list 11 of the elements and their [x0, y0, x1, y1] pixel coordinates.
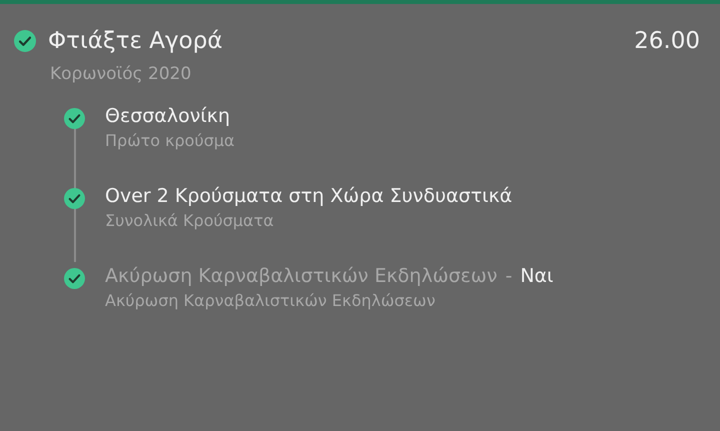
leg-title: Θεσσαλονίκη: [105, 104, 231, 128]
selection: Ναι: [520, 264, 554, 288]
leg-market: Πρώτο κρούσμα: [105, 130, 235, 152]
bet-title: Φτιάξτε Αγορά: [48, 27, 222, 56]
market-title: Ακύρωση Καρναβαλιστικών Εκδηλώσεων: [105, 264, 498, 288]
leg-title: Over 2 Κρούσματα στη Χώρα Συνδυαστικά: [105, 184, 512, 208]
leg-market: Ακύρωση Καρναβαλιστικών Εκδηλώσεων: [105, 290, 436, 312]
bet-subtitle: Κορωνοϊός 2020: [50, 63, 192, 86]
odds: 26.00: [634, 27, 700, 56]
leg-market: Συνολικά Κρούσματα: [105, 210, 275, 232]
separator: -: [505, 264, 512, 288]
